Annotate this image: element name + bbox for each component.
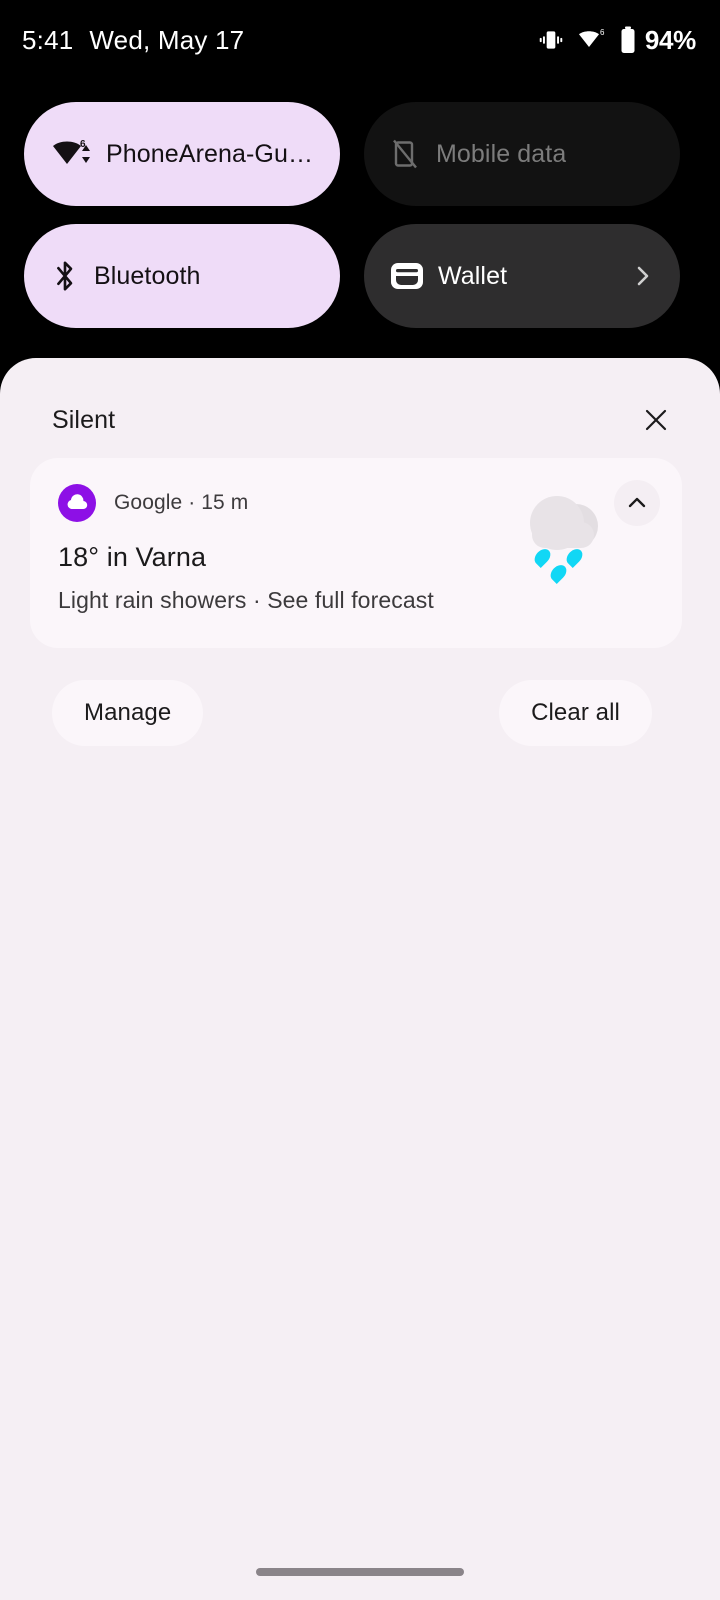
tile-bluetooth-label: Bluetooth	[94, 261, 201, 290]
wallet-icon	[390, 261, 424, 291]
manage-button[interactable]: Manage	[52, 680, 204, 746]
wifi-6-icon: 6	[577, 27, 607, 53]
tile-wallet[interactable]: Wallet	[364, 224, 680, 328]
home-gesture-handle[interactable]	[256, 1568, 464, 1576]
chevron-up-icon[interactable]	[614, 480, 660, 526]
notification-actions: Manage Clear all	[52, 680, 652, 746]
tile-wifi-label: PhoneArena-Guest	[106, 139, 314, 168]
notification-right-cluster	[530, 480, 660, 584]
svg-text:6: 6	[600, 28, 605, 37]
quick-settings-tiles: 6 PhoneArena-Guest Mobile data Bluetooth…	[24, 102, 696, 328]
chevron-right-icon[interactable]	[632, 263, 654, 289]
tile-mobile-data-label: Mobile data	[436, 139, 567, 168]
status-bar: 5:41 Wed, May 17 6 94%	[0, 0, 720, 80]
tile-bluetooth[interactable]: Bluetooth	[24, 224, 340, 328]
notification-source-line: Google · 15 m	[114, 491, 249, 514]
navigation-bar	[0, 1544, 720, 1600]
notification-shade: Silent Google · 15 m 18° in Varna Light …	[0, 358, 720, 1600]
vibrate-icon	[538, 27, 564, 53]
tile-wallet-label: Wallet	[438, 261, 508, 290]
rain-cloud-icon	[530, 488, 600, 584]
status-bar-left: 5:41 Wed, May 17	[22, 25, 244, 56]
google-weather-cloud-icon	[58, 484, 96, 522]
battery-icon	[620, 26, 636, 54]
battery-percent: 94%	[644, 24, 696, 55]
status-bar-right: 6 94%	[538, 25, 696, 56]
notification-body: Light rain showers · See full forecast	[58, 587, 434, 613]
shade-section-header: Silent	[52, 400, 676, 440]
status-time: 5:41	[22, 24, 74, 55]
silent-section-title: Silent	[52, 405, 116, 434]
tile-mobile-data[interactable]: Mobile data	[364, 102, 680, 206]
phone-screen: 5:41 Wed, May 17 6 94% 6 PhoneArena-Gues…	[0, 0, 720, 1600]
bluetooth-icon	[50, 258, 80, 294]
wifi-icon: 6	[50, 137, 92, 171]
close-icon[interactable]	[636, 400, 676, 440]
status-date: Wed, May 17	[89, 24, 245, 55]
clear-all-button[interactable]: Clear all	[499, 680, 652, 746]
notification-card-weather[interactable]: Google · 15 m 18° in Varna Light rain sh…	[30, 458, 682, 648]
tile-wifi[interactable]: 6 PhoneArena-Guest	[24, 102, 340, 206]
mobile-data-off-icon	[390, 137, 422, 171]
